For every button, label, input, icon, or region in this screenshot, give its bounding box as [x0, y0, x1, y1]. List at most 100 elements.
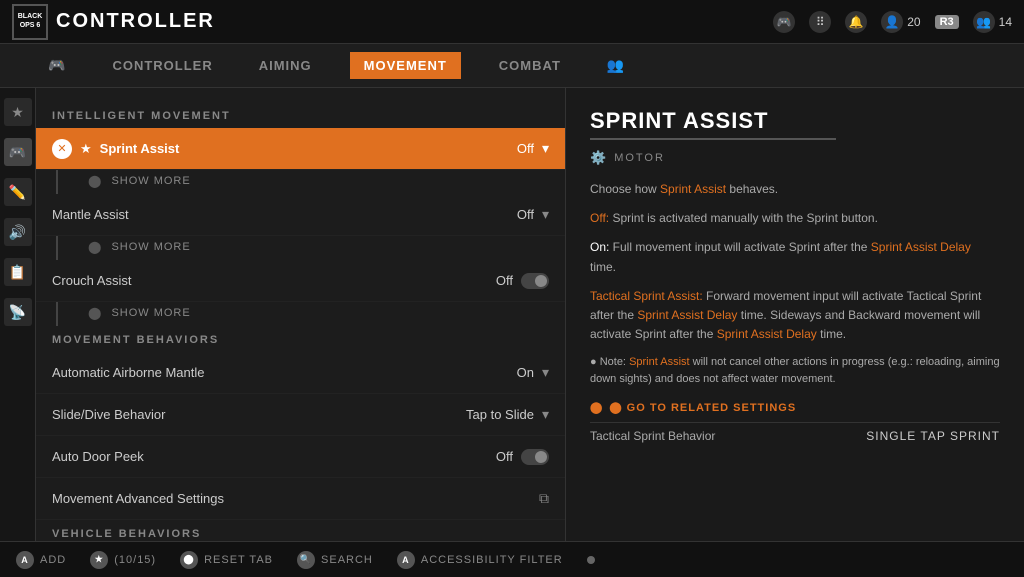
bottom-favorites[interactable]: ★ (10/15)	[90, 551, 156, 569]
show-more-label-sprint: SHOW MORE	[111, 175, 190, 187]
logo-area: BLACKOPS 6 CONTROLLER	[12, 4, 215, 40]
crouch-assist-label: Crouch Assist	[52, 273, 496, 288]
bottom-bar: A ADD ★ (10/15) ⬤ RESET TAB 🔍 SEARCH A A…	[0, 541, 1024, 577]
info-description-intro: Choose how Sprint Assist behaves.	[590, 180, 1000, 199]
crouch-assist-show-more[interactable]: ⬤ SHOW MORE	[58, 302, 565, 326]
top-icons: 🎮 ⠿ 🔔 👤 20 R3 👥 14	[773, 11, 1012, 33]
setting-row-sprint-assist[interactable]: ✕ ★ Sprint Assist Off ▾	[36, 128, 565, 170]
accessibility-label: ACCESSIBILITY FILTER	[421, 554, 563, 566]
player-icon-top[interactable]: 👥 14	[973, 11, 1012, 33]
info-title: Sprint Assist	[590, 108, 1000, 134]
nav-icon-controller[interactable]: 🎮	[40, 53, 74, 78]
auto-door-peek-value: Off	[496, 449, 513, 464]
tab-controller[interactable]: CONTROLLER	[104, 54, 220, 77]
related-settings-label: ⬤ GO TO RELATED SETTINGS	[609, 401, 796, 414]
bottom-accessibility[interactable]: A ACCESSIBILITY FILTER	[397, 551, 563, 569]
info-option-tactical: Tactical Sprint Assist: Forward movement…	[590, 287, 1000, 345]
movement-advanced-settings-label: Movement Advanced Settings	[52, 491, 539, 506]
auto-door-peek-toggle[interactable]	[521, 449, 549, 465]
setting-row-movement-advanced-settings[interactable]: Movement Advanced Settings ⧉	[36, 478, 565, 520]
logo-box: BLACKOPS 6	[12, 4, 48, 40]
sprint-assist-delay-highlight-tactical1: Sprint Assist Delay	[637, 308, 737, 322]
title-underline	[590, 138, 836, 140]
automatic-airborne-mantle-chevron: ▾	[542, 364, 549, 381]
a-button-add[interactable]: A	[16, 551, 34, 569]
nav-icon-extra[interactable]: 👥	[599, 53, 633, 78]
info-panel: Sprint Assist ⚙️ MOTOR Choose how Sprint…	[566, 88, 1024, 541]
sprint-assist-delay-highlight-tactical2: Sprint Assist Delay	[717, 327, 817, 341]
category-label: MOTOR	[614, 152, 665, 164]
category-icon: ⚙️	[590, 150, 608, 166]
info-option-on: On: Full movement input will activate Sp…	[590, 238, 1000, 276]
b-icon-mantle: ⬤	[88, 240, 101, 254]
section-label-movement-behaviors: MOVEMENT BEHAVIORS	[36, 326, 565, 352]
setting-row-crouch-assist[interactable]: Crouch Assist Off	[36, 260, 565, 302]
status-dot-indicator	[587, 556, 595, 564]
sidebar-icon-signal[interactable]: 📡	[4, 298, 32, 326]
person-count: 👤 20	[881, 11, 920, 33]
related-setting-name-tactical-sprint: Tactical Sprint Behavior	[590, 429, 715, 443]
sidebar-icon-edit[interactable]: ✏️	[4, 178, 32, 206]
circle-button-reset[interactable]: ⬤	[180, 551, 198, 569]
grid-icon-top[interactable]: ⠿	[809, 11, 831, 33]
related-setting-value-tactical-sprint: SINGLE TAP SPRINT	[866, 429, 1000, 443]
tab-combat[interactable]: COMBAT	[491, 54, 569, 77]
info-note: ● Note: Sprint Assist will not cancel ot…	[590, 354, 1000, 387]
crouch-assist-indent: ⬤ SHOW MORE	[56, 302, 565, 326]
sprint-assist-note-highlight: Sprint Assist	[629, 356, 690, 368]
slide-dive-behavior-label: Slide/Dive Behavior	[52, 407, 466, 422]
option-on-label: On:	[590, 240, 609, 254]
mantle-assist-indent: ⬤ SHOW MORE	[56, 236, 565, 260]
setting-row-auto-door-peek[interactable]: Auto Door Peek Off	[36, 436, 565, 478]
setting-row-slide-dive-behavior[interactable]: Slide/Dive Behavior Tap to Slide ▾	[36, 394, 565, 436]
tab-aiming[interactable]: AIMING	[251, 54, 320, 77]
sprint-assist-indent: ⬤ SHOW MORE	[56, 170, 565, 194]
bottom-reset-tab[interactable]: ⬤ RESET TAB	[180, 551, 273, 569]
option-tactical-label: Tactical Sprint Assist:	[590, 289, 703, 303]
slide-dive-behavior-chevron: ▾	[542, 406, 549, 423]
star-icon-sprint-assist[interactable]: ★	[80, 141, 92, 157]
sidebar-icon-list[interactable]: 📋	[4, 258, 32, 286]
tab-movement[interactable]: MOVEMENT	[350, 52, 461, 79]
bottom-search[interactable]: 🔍 SEARCH	[297, 551, 373, 569]
search-label: SEARCH	[321, 554, 373, 566]
sidebar-icon-star[interactable]: ★	[4, 98, 32, 126]
b-icon-sprint: ⬤	[88, 174, 101, 188]
mantle-assist-label: Mantle Assist	[52, 207, 517, 222]
sprint-assist-value: Off	[517, 141, 534, 156]
sidebar-icon-gamepad[interactable]: 🎮	[4, 138, 32, 166]
close-icon[interactable]: ✕	[52, 139, 72, 159]
movement-advanced-settings-link-icon[interactable]: ⧉	[539, 490, 549, 507]
show-more-label-mantle: SHOW MORE	[111, 241, 190, 253]
sprint-assist-show-more[interactable]: ⬤ SHOW MORE	[58, 170, 565, 194]
search-button[interactable]: 🔍	[297, 551, 315, 569]
r3-badge: R3	[935, 15, 959, 29]
info-category: ⚙️ MOTOR	[590, 150, 1000, 166]
info-option-off: Off: Sprint is activated manually with t…	[590, 209, 1000, 228]
setting-row-automatic-airborne-mantle[interactable]: Automatic Airborne Mantle On ▾	[36, 352, 565, 394]
main-layout: ★ 🎮 ✏️ 🔊 📋 📡 INTELLIGENT MOVEMENT ✕ ★ Sp…	[0, 88, 1024, 541]
gamepad-icon-top[interactable]: 🎮	[773, 11, 795, 33]
top-bar: BLACKOPS 6 CONTROLLER 🎮 ⠿ 🔔 👤 20 R3 👥 14	[0, 0, 1024, 44]
mantle-assist-chevron: ▾	[542, 206, 549, 223]
mantle-assist-show-more[interactable]: ⬤ SHOW MORE	[58, 236, 565, 260]
crouch-assist-toggle[interactable]	[521, 273, 549, 289]
bottom-add[interactable]: A ADD	[16, 551, 66, 569]
option-off-label: Off:	[590, 211, 609, 225]
related-setting-row-tactical-sprint[interactable]: Tactical Sprint Behavior SINGLE TAP SPRI…	[590, 422, 1000, 449]
sidebar: ★ 🎮 ✏️ 🔊 📋 📡	[0, 88, 36, 541]
sidebar-icon-sound[interactable]: 🔊	[4, 218, 32, 246]
a-button-accessibility[interactable]: A	[397, 551, 415, 569]
sprint-assist-label: Sprint Assist	[100, 141, 517, 156]
bell-icon-top[interactable]: 🔔	[845, 11, 867, 33]
slide-dive-behavior-value: Tap to Slide	[466, 407, 534, 422]
show-more-label-crouch: SHOW MORE	[111, 307, 190, 319]
settings-panel: INTELLIGENT MOVEMENT ✕ ★ Sprint Assist O…	[36, 88, 566, 541]
mantle-assist-value: Off	[517, 207, 534, 222]
crouch-assist-value: Off	[496, 273, 513, 288]
auto-door-peek-label: Auto Door Peek	[52, 449, 496, 464]
nav-bar: 🎮 CONTROLLER AIMING MOVEMENT COMBAT 👥	[0, 44, 1024, 88]
star-button-fav[interactable]: ★	[90, 551, 108, 569]
setting-row-mantle-assist[interactable]: Mantle Assist Off ▾	[36, 194, 565, 236]
b-icon-crouch: ⬤	[88, 306, 101, 320]
